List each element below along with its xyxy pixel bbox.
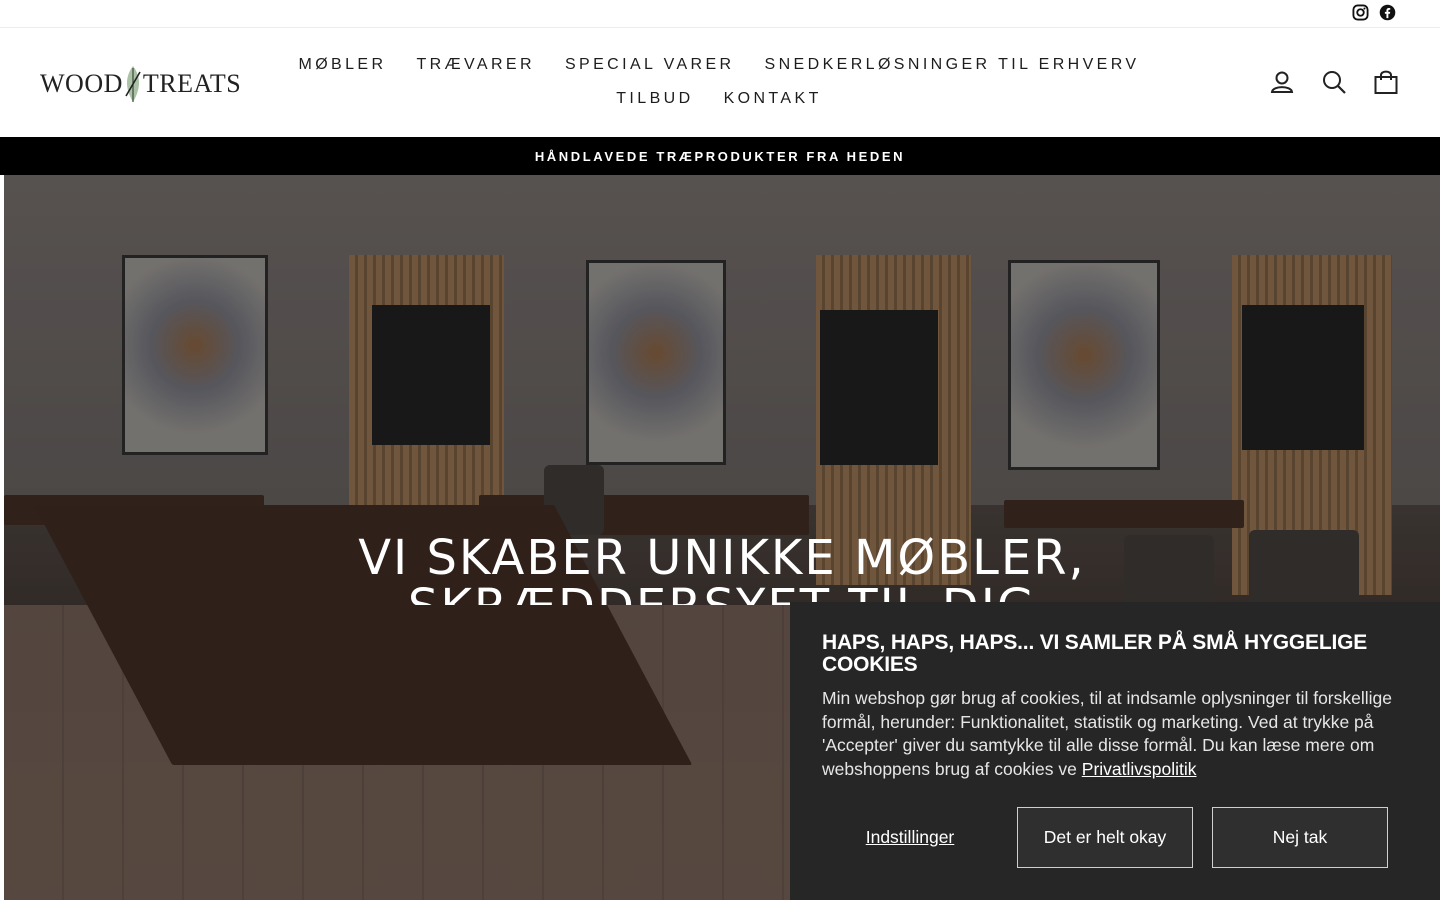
user-icon[interactable]	[1268, 68, 1296, 96]
cookie-settings-button[interactable]: Indstillinger	[822, 807, 998, 868]
social-links	[1352, 4, 1396, 21]
logo-text-right: TREATS	[142, 69, 242, 98]
cookie-buttons: Indstillinger Det er helt okay Nej tak	[822, 807, 1388, 868]
nav-item-snedkerlosninger[interactable]: SNEDKERLØSNINGER TIL ERHVERV	[750, 48, 1155, 82]
leaf-icon	[122, 64, 144, 104]
header-icons	[1268, 68, 1400, 96]
utility-bar	[0, 0, 1440, 28]
nav-item-mobler[interactable]: MØBLER	[283, 48, 401, 82]
nav-item-special-varer[interactable]: SPECIAL VARER	[550, 48, 750, 82]
site-header: WOOD TREATS MØBLER TRÆVARER SPECIAL VARE…	[0, 28, 1440, 137]
privacy-policy-link[interactable]: Privatlivspolitik	[1082, 759, 1197, 779]
nav-item-kontakt[interactable]: KONTAKT	[709, 82, 837, 116]
logo-text-left: WOOD	[40, 69, 123, 98]
facebook-icon[interactable]	[1379, 4, 1396, 21]
cookie-body: Min webshop gør brug af cookies, til at …	[822, 687, 1408, 781]
cookie-decline-button[interactable]: Nej tak	[1212, 807, 1388, 868]
hero-title: VI SKABER UNIKKE MØBLER,	[358, 530, 1086, 586]
cart-icon[interactable]	[1372, 68, 1400, 96]
nav-item-traevarer[interactable]: TRÆVARER	[401, 48, 549, 82]
cookie-banner: HAPS, HAPS, HAPS... VI SAMLER PÅ SMÅ HYG…	[790, 602, 1440, 900]
announcement-bar: HÅNDLAVEDE TRÆPRODUKTER FRA HEDEN	[0, 137, 1440, 175]
nav-item-tilbud[interactable]: TILBUD	[601, 82, 708, 116]
cookie-heading: HAPS, HAPS, HAPS... VI SAMLER PÅ SMÅ HYG…	[822, 631, 1368, 676]
instagram-icon[interactable]	[1352, 4, 1369, 21]
site-logo[interactable]: WOOD TREATS	[40, 62, 241, 106]
search-icon[interactable]	[1320, 68, 1348, 96]
main-nav: MØBLER TRÆVARER SPECIAL VARER SNEDKERLØS…	[258, 48, 1180, 116]
cookie-accept-button[interactable]: Det er helt okay	[1017, 807, 1193, 868]
announcement-text: HÅNDLAVEDE TRÆPRODUKTER FRA HEDEN	[534, 148, 906, 164]
